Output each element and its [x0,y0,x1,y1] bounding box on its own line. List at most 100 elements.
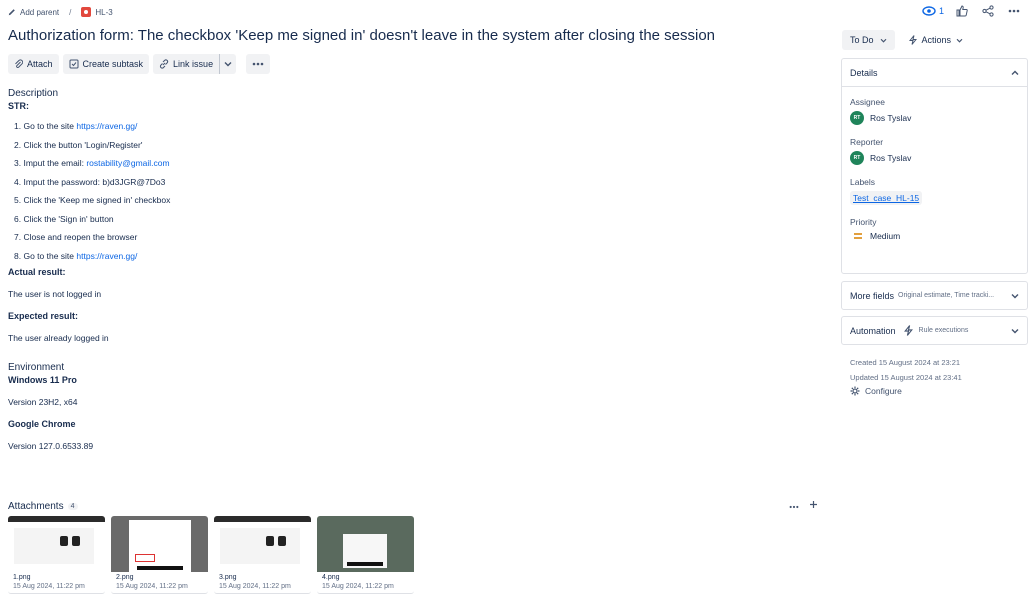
step-number: 3. [14,158,22,168]
step-number: 4. [14,176,22,187]
breadcrumb: Add parent / HL-3 [8,5,113,19]
status-dropdown[interactable]: To Do [842,30,895,50]
watchers-count: 1 [938,6,944,16]
link-issue-dropdown[interactable] [219,54,237,74]
step-link[interactable]: rostability@gmail.com [86,158,169,168]
priority-field[interactable]: Priority Medium [850,217,1019,241]
link-issue-button[interactable]: Link issue [153,54,220,74]
lightning-icon [903,325,913,336]
step-item: 6. Click the 'Sign in' button [8,214,808,233]
attachment-name: 3.png [219,574,237,581]
issue-title[interactable]: Authorization form: The checkbox 'Keep m… [8,27,715,44]
attachment-card[interactable]: 1.png 15 Aug 2024, 11:22 pm [8,516,105,594]
attachment-date: 15 Aug 2024, 11:22 pm [116,583,188,590]
attachments-more-button[interactable] [789,500,799,512]
attachment-card[interactable]: 4.png 15 Aug 2024, 11:22 pm [317,516,414,594]
priority-label: Priority [850,217,877,227]
lightning-icon [908,35,917,45]
configure-button[interactable]: Configure [850,386,902,396]
step-text: Click the 'Sign in' button [23,213,114,224]
str-label: STR: [8,101,29,111]
actions-dropdown[interactable]: Actions [903,30,970,50]
created-date: Created 15 August 2024 at 23:21 [850,358,961,367]
attachment-thumbnail [317,516,414,572]
actual-result-text: The user is not logged in [8,289,102,299]
assignee-field[interactable]: Assignee RT Ros Tyslav [850,97,1019,125]
subtask-icon [69,59,79,69]
breadcrumb-separator: / [69,7,72,17]
status-label: To Do [850,35,874,45]
chevron-up-icon [1011,70,1019,75]
details-header[interactable]: Details [842,59,1027,86]
labels-label: Labels [850,177,876,187]
updated-date: Updated 15 August 2024 at 23:41 [850,373,962,382]
add-attachment-button[interactable] [809,500,818,512]
more-actions-button[interactable] [1006,3,1022,19]
like-button[interactable] [954,3,970,19]
create-subtask-label: Create subtask [82,59,144,69]
step-item: 2. Click the button 'Login/Register' [8,140,808,159]
attach-label: Attach [27,59,53,69]
priority-medium-icon [854,233,862,239]
step-link[interactable]: https://raven.gg/ [76,121,137,131]
step-link[interactable]: https://raven.gg/ [76,251,137,261]
expected-result-text: The user already logged in [8,333,109,343]
attachment-card[interactable]: 2.png 15 Aug 2024, 11:22 pm [111,516,208,594]
label-chip[interactable]: Test_case_HL-15 [850,191,923,205]
header-actions: 1 [922,3,1022,19]
attachment-thumbnail [8,516,105,572]
attachment-card[interactable]: 3.png 15 Aug 2024, 11:22 pm [214,516,311,594]
step-text: Imput the email: [23,158,87,168]
share-icon [982,5,994,17]
attachment-thumbnail [214,516,311,572]
automation-panel: Automation Rule executions [841,316,1028,345]
issue-body: Description STR: 1. Go to the site https… [8,88,808,451]
attachments-count: 4 [67,502,78,510]
step-text: Imput the password: b)d3JGR@7Do3 [23,176,166,187]
issue-toolbar: Attach Create subtask Link issue [8,54,271,74]
chevron-down-icon [956,38,963,43]
step-number: 8. [14,250,22,261]
step-number: 1. [14,121,22,131]
step-text: Close and reopen the browser [23,232,138,242]
eye-icon [922,6,936,16]
chevron-down-icon [1011,328,1019,333]
steps-list: 1. Go to the site https://raven.gg/2. Cl… [8,121,808,269]
step-item: 1. Go to the site https://raven.gg/ [8,121,808,140]
status-row: To Do Actions [842,30,969,50]
os-name: Windows 11 Pro [8,375,77,385]
attachment-name: 1.png [13,574,31,581]
more-toolbar-button[interactable] [246,54,271,74]
actions-label: Actions [921,35,952,45]
attachment-name: 2.png [116,574,134,581]
thumbs-up-icon [956,5,968,17]
automation-header[interactable]: Automation Rule executions [842,317,1027,344]
link-issue-label: Link issue [173,59,214,69]
watch-button[interactable]: 1 [922,6,944,16]
step-number: 5. [14,195,22,205]
expected-result-label: Expected result: [8,311,79,321]
pencil-icon [8,9,15,16]
plus-icon [810,501,817,508]
step-number: 6. [14,213,22,224]
attachment-date: 15 Aug 2024, 11:22 pm [322,583,394,590]
automation-title: Automation [850,325,896,336]
step-text: Click the 'Keep me signed in' checkbox [23,195,171,205]
description-heading: Description [8,88,59,99]
paperclip-icon [15,59,23,69]
more-fields-header[interactable]: More fields Original estimate, Time trac… [842,282,1027,309]
automation-subtitle: Rule executions [918,327,969,334]
browser-version: Version 127.0.6533.89 [8,441,94,451]
share-button[interactable] [980,3,996,19]
create-subtask-button[interactable]: Create subtask [62,54,150,74]
step-item: 7. Close and reopen the browser [8,232,808,251]
attachment-name: 4.png [322,574,340,581]
os-version: Version 23H2, x64 [8,397,78,407]
attach-button[interactable]: Attach [8,54,59,74]
configure-label: Configure [865,386,902,396]
issue-key-link[interactable]: HL-3 [81,7,113,17]
add-parent-link[interactable]: Add parent [8,8,59,17]
issue-key: HL-3 [95,7,113,17]
reporter-field[interactable]: Reporter RT Ros Tyslav [850,137,1019,165]
chevron-down-icon [880,38,886,43]
